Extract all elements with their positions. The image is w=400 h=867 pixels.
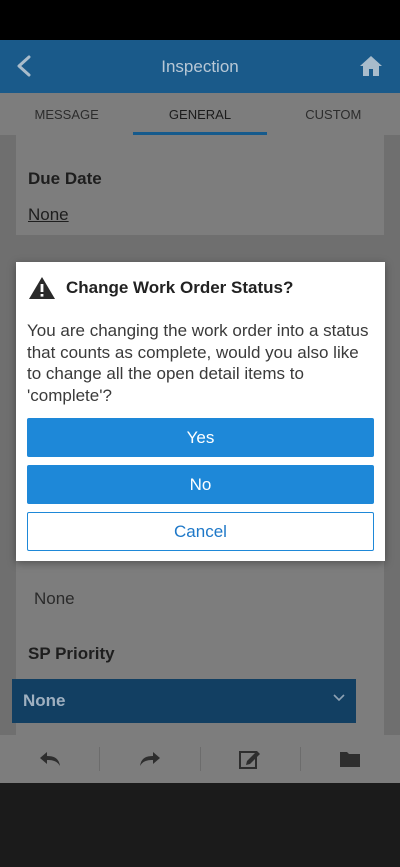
folder-icon <box>340 752 361 767</box>
reply-button[interactable] <box>0 735 99 783</box>
forward-icon <box>139 752 160 766</box>
dialog-header: Change Work Order Status? <box>28 276 293 300</box>
no-button[interactable]: No <box>27 465 374 504</box>
warning-icon <box>29 277 55 299</box>
home-icon <box>360 56 382 76</box>
system-nav-area <box>0 783 400 867</box>
yes-button[interactable]: Yes <box>27 418 374 457</box>
tab-general[interactable]: GENERAL <box>133 93 267 135</box>
back-arrow-icon <box>17 55 31 77</box>
tab-message[interactable]: MESSAGE <box>0 93 133 135</box>
sp-priority-label: SP Priority <box>28 644 115 663</box>
folder-button[interactable] <box>301 735 400 783</box>
app-bar: Inspection <box>0 40 400 93</box>
sp-priority-select[interactable]: None <box>12 679 356 723</box>
bottom-toolbar <box>0 735 400 783</box>
due-date-label: Due Date <box>28 169 102 188</box>
chevron-down-icon <box>333 694 345 702</box>
tab-bar: MESSAGE GENERAL CUSTOM <box>0 93 400 135</box>
sp-priority-selected-value: None <box>23 691 66 710</box>
back-button[interactable] <box>10 52 38 80</box>
tab-custom[interactable]: CUSTOM <box>267 93 400 135</box>
dialog-title: Change Work Order Status? <box>66 278 294 297</box>
cancel-button[interactable]: Cancel <box>27 512 374 551</box>
priority-value: None <box>34 589 75 608</box>
page-title: Inspection <box>161 56 239 76</box>
edit-icon <box>239 751 261 769</box>
change-status-dialog: Change Work Order Status? You are changi… <box>16 262 385 561</box>
forward-button[interactable] <box>100 735 199 783</box>
due-date-card: Due Date None <box>16 135 384 235</box>
due-date-value[interactable]: None <box>28 205 69 225</box>
status-bar <box>0 0 400 40</box>
reply-icon <box>39 752 60 766</box>
home-button[interactable] <box>356 52 386 80</box>
edit-button[interactable] <box>201 735 300 783</box>
dialog-message: You are changing the work order into a s… <box>27 321 369 405</box>
